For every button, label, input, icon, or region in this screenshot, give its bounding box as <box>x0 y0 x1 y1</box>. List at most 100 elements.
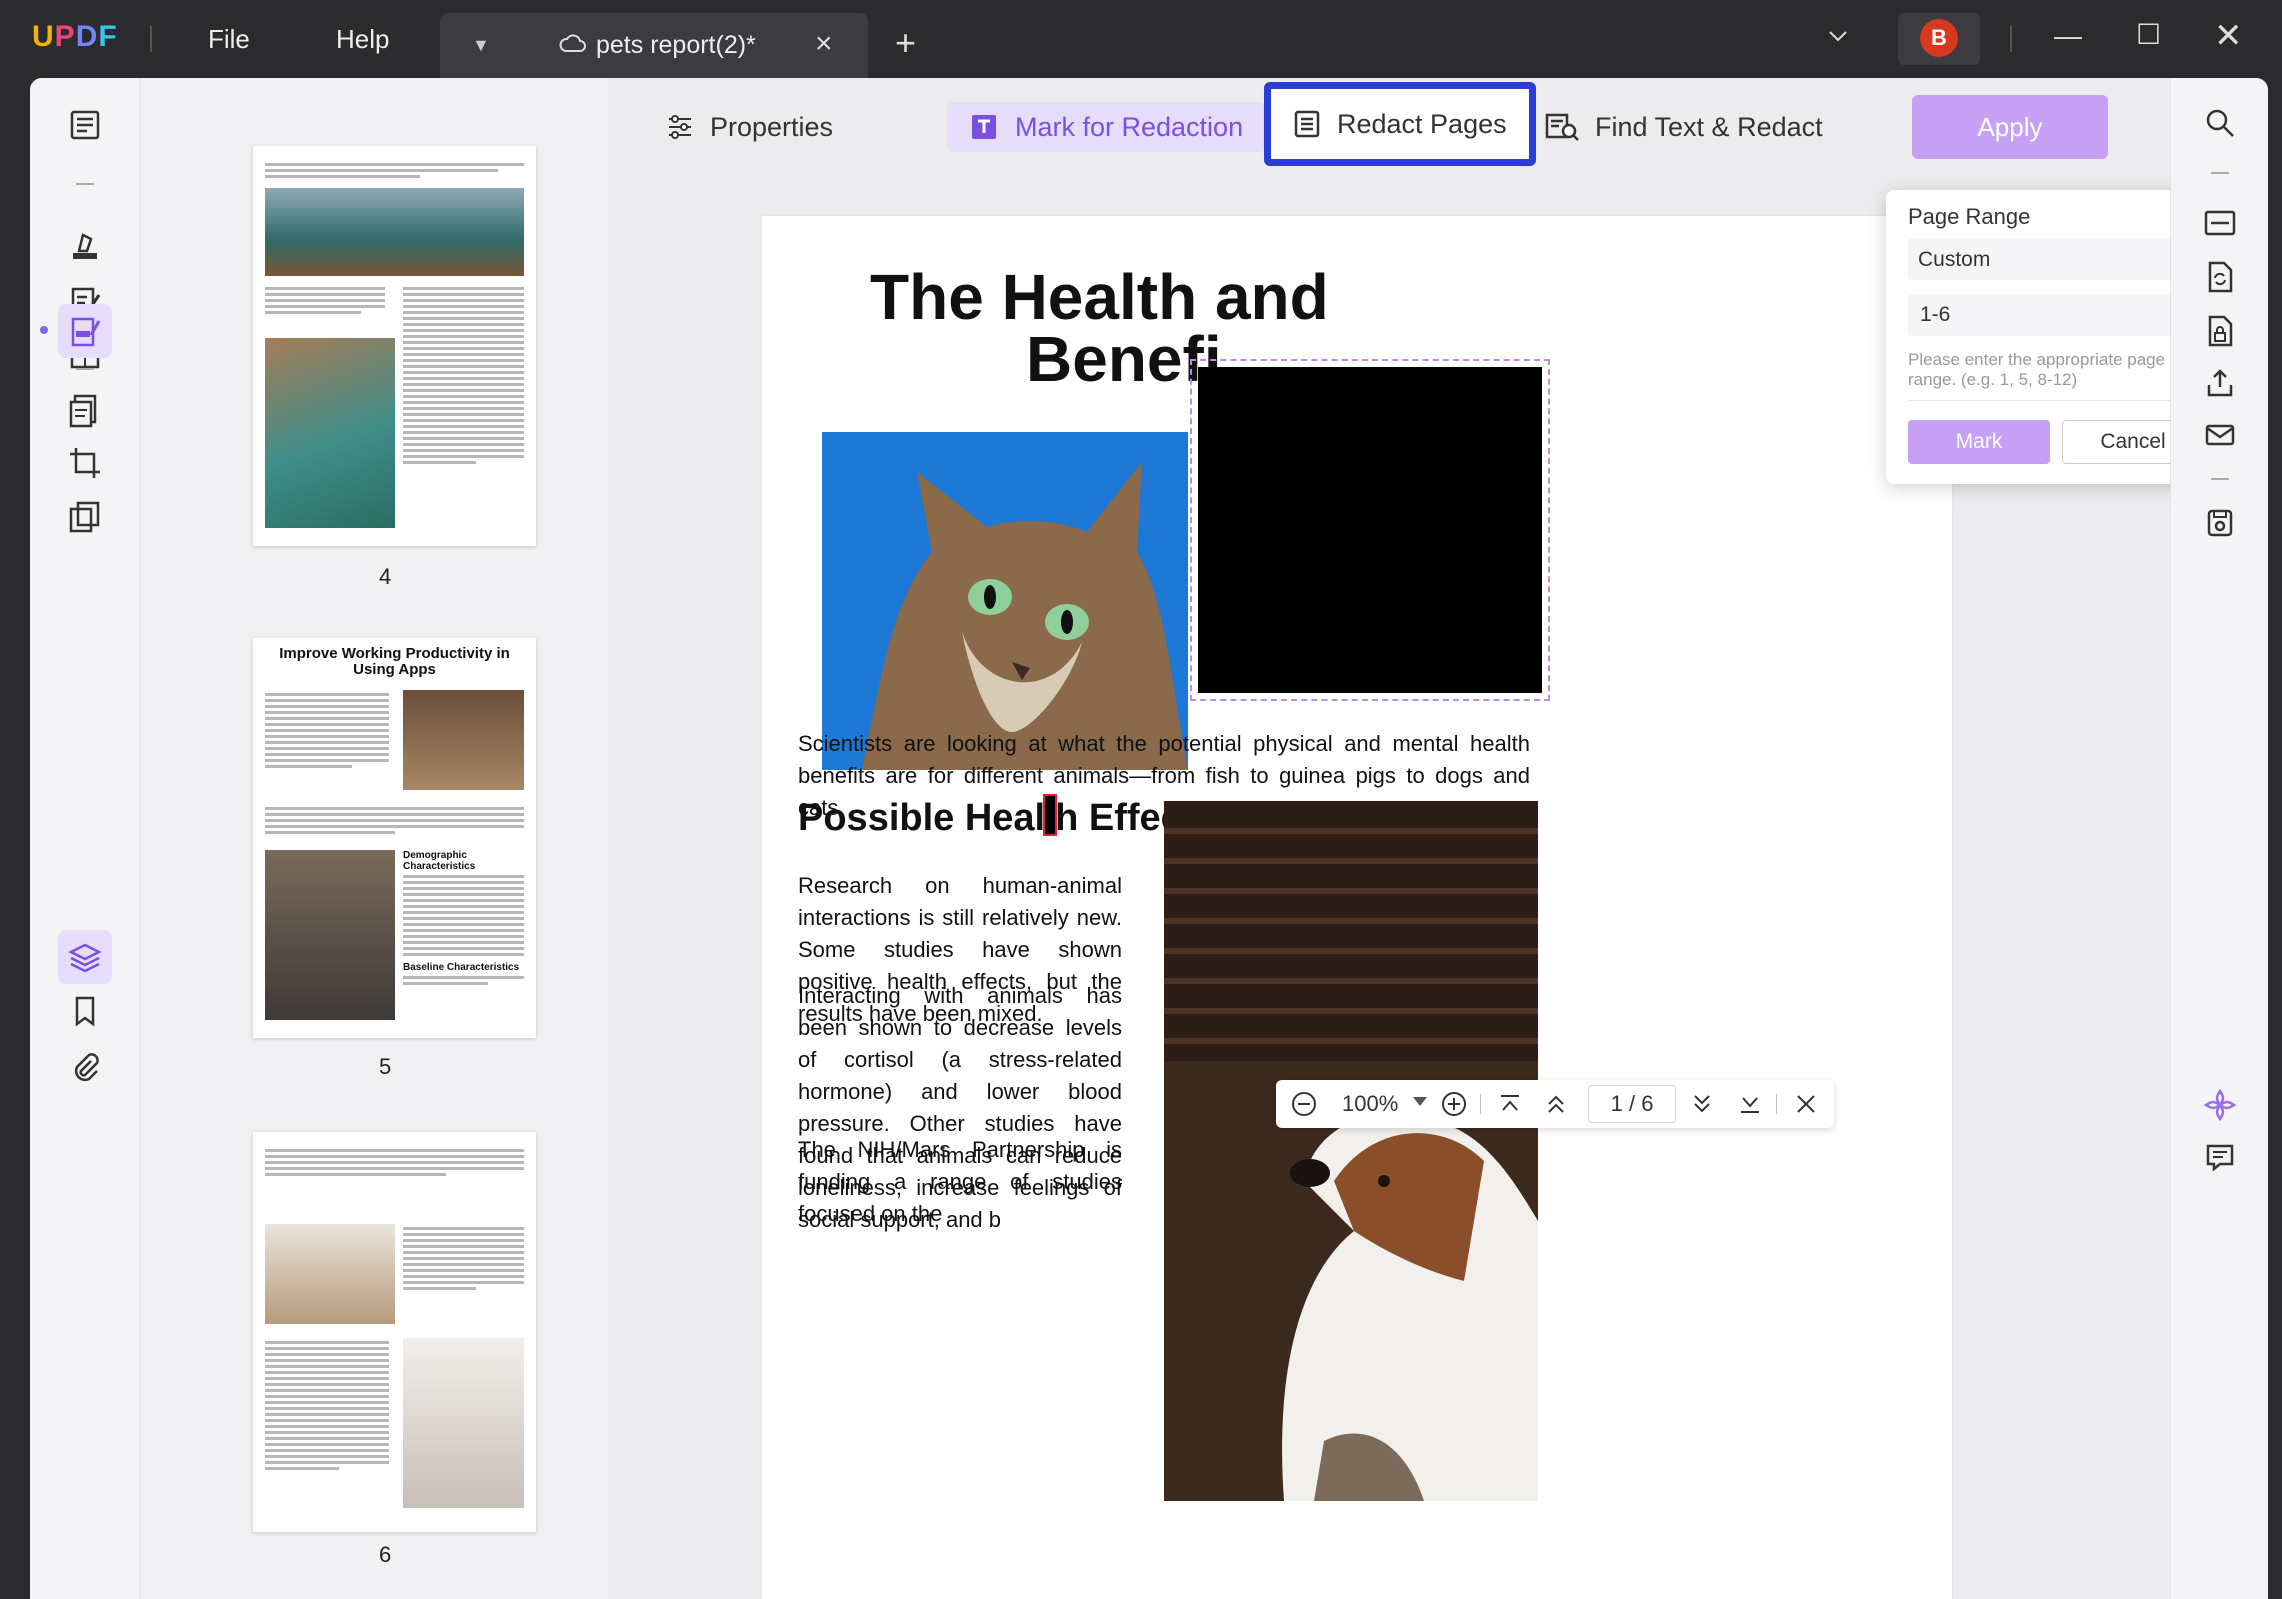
redact-pages-label: Redact Pages <box>1337 108 1507 139</box>
stack-layers-icon[interactable] <box>58 930 112 984</box>
thumbnail-subheading: Baseline Characteristics <box>403 962 520 973</box>
properties-button[interactable]: Properties <box>644 102 855 152</box>
close-nav-icon[interactable] <box>1792 1090 1820 1118</box>
thumbnail-page-number: 5 <box>379 1054 392 1079</box>
mark-for-redaction-label: Mark for Redaction <box>1015 111 1244 142</box>
pdf-page: The Health and Benefi Scientists are loo… <box>762 216 1952 1599</box>
convert-file-icon[interactable] <box>2195 252 2245 302</box>
zoom-in-icon[interactable] <box>1440 1090 1468 1118</box>
thumbnail-panel: 4 Improve Working Productivity in Using … <box>141 78 608 1599</box>
page-indicator[interactable]: 1 / 6 <box>1588 1085 1676 1123</box>
title-separator <box>150 26 152 52</box>
thumbnail-page-number: 4 <box>379 564 392 589</box>
zoom-out-icon[interactable] <box>1290 1090 1318 1118</box>
avatar-initial: B <box>1920 19 1958 57</box>
zoom-level[interactable]: 100% <box>1342 1091 1398 1117</box>
redact-pages-icon <box>1293 109 1321 139</box>
document-tab[interactable]: ▼ pets report(2)* × <box>440 13 868 78</box>
convert-icon[interactable] <box>58 383 112 437</box>
mark-for-redaction-button[interactable]: Mark for Redaction <box>947 102 1266 152</box>
layers-pages-icon[interactable] <box>58 490 112 544</box>
previous-page-icon[interactable] <box>1542 1090 1570 1118</box>
document-area: Properties Mark for Redaction Redact Pag… <box>608 78 2226 1599</box>
page-range-select-value: Custom <box>1918 248 1991 271</box>
page-range-label: Page Range <box>1908 204 2031 229</box>
new-tab-icon[interactable]: + <box>895 22 916 64</box>
find-text-redact-button[interactable]: Find Text & Redact <box>1523 102 1845 152</box>
nav-separator <box>1776 1094 1777 1114</box>
toolbar-divider <box>76 183 94 185</box>
protect-file-icon[interactable] <box>2195 306 2245 356</box>
popover-divider <box>1908 400 2204 401</box>
page-separator: / <box>1628 1091 1636 1116</box>
sliders-icon <box>666 113 694 141</box>
cloud-icon <box>558 31 588 62</box>
tab-dropdown-icon[interactable]: ▼ <box>472 35 490 56</box>
last-page-icon[interactable] <box>1736 1090 1764 1118</box>
section-heading: Possible Heal h Effects <box>798 794 1216 840</box>
zoom-dropdown-icon[interactable] <box>1412 1096 1428 1108</box>
total-pages: 6 <box>1641 1091 1654 1116</box>
redact-tool-icon[interactable] <box>58 304 112 358</box>
active-indicator-dot <box>40 326 48 334</box>
comment-icon[interactable] <box>58 218 112 272</box>
thumbnail-page-5[interactable]: Improve Working Productivity in Using Ap… <box>253 638 536 1038</box>
thumbnail-image-laptop <box>265 1224 395 1324</box>
page-range-input[interactable] <box>1908 294 2204 336</box>
ai-assistant-icon[interactable] <box>2195 1080 2245 1130</box>
menu-help[interactable]: Help <box>336 24 389 55</box>
attachment-icon[interactable] <box>58 1040 112 1094</box>
current-page: 1 <box>1610 1091 1623 1116</box>
redaction-fill <box>1198 367 1542 693</box>
dog-photo <box>1164 801 1538 1501</box>
bookmark-icon[interactable] <box>58 984 112 1038</box>
paragraph-3: The NIH/Mars Partnership is funding a ra… <box>798 1137 1122 1226</box>
save-icon[interactable] <box>2195 498 2245 548</box>
right-toolbar <box>2170 78 2268 1599</box>
redacted-area[interactable] <box>1190 359 1550 701</box>
mark-button[interactable]: Mark <box>1908 420 2050 464</box>
minimize-icon[interactable]: — <box>2054 20 2082 52</box>
cat-photo <box>822 432 1188 770</box>
window-close-icon[interactable]: ✕ <box>2214 16 2243 56</box>
toolbar-divider <box>2211 172 2229 174</box>
heading-part-a: Possible Heal <box>798 797 1046 839</box>
nav-separator <box>1480 1094 1481 1114</box>
properties-label: Properties <box>710 111 834 142</box>
main-frame: 4 Improve Working Productivity in Using … <box>30 78 2268 1599</box>
title-separator <box>2010 26 2012 52</box>
search-icon[interactable] <box>2195 98 2245 148</box>
share-icon[interactable] <box>2195 358 2245 408</box>
user-avatar[interactable]: B <box>1898 13 1980 65</box>
mark-redaction-icon <box>969 112 999 142</box>
thumbnail-image-office <box>403 690 524 790</box>
text-redaction-mark[interactable] <box>1043 794 1058 836</box>
apply-button[interactable]: Apply <box>1912 95 2108 159</box>
redact-pages-button[interactable]: Redact Pages <box>1264 82 1536 166</box>
title-bar: UPDF File Help ▼ pets report(2)* × + B —… <box>0 0 2282 78</box>
maximize-icon[interactable]: ☐ <box>2136 18 2161 51</box>
page-navigation-bar: 100% 1 / 6 <box>1276 1080 1834 1128</box>
tab-close-icon[interactable]: × <box>815 27 833 61</box>
next-page-icon[interactable] <box>1688 1090 1716 1118</box>
comment-list-icon[interactable] <box>2195 1132 2245 1182</box>
menu-file[interactable]: File <box>208 24 250 55</box>
thumbnail-subheading: Demographic Characteristics <box>403 850 476 872</box>
redaction-toolbar: Properties Mark for Redaction Redact Pag… <box>608 78 2168 178</box>
toolbar-divider <box>2211 478 2229 480</box>
tab-title: pets report(2)* <box>596 31 756 59</box>
ocr-icon[interactable] <box>2195 198 2245 248</box>
thumbnail-page-6[interactable] <box>253 1132 536 1532</box>
chevron-down-icon[interactable] <box>1826 24 1850 53</box>
thumbnail-image-writer <box>403 1338 524 1508</box>
thumbnail-image-lake <box>265 188 524 276</box>
thumbnail-page-4[interactable] <box>253 146 536 546</box>
page-range-select[interactable]: Custom <box>1908 238 2204 280</box>
updf-logo: UPDF <box>32 20 118 53</box>
reader-icon[interactable] <box>58 98 112 152</box>
crop-icon[interactable] <box>58 436 112 490</box>
email-icon[interactable] <box>2195 410 2245 460</box>
first-page-icon[interactable] <box>1496 1090 1524 1118</box>
toolbar-divider <box>76 368 94 370</box>
find-redact-icon <box>1545 112 1579 142</box>
